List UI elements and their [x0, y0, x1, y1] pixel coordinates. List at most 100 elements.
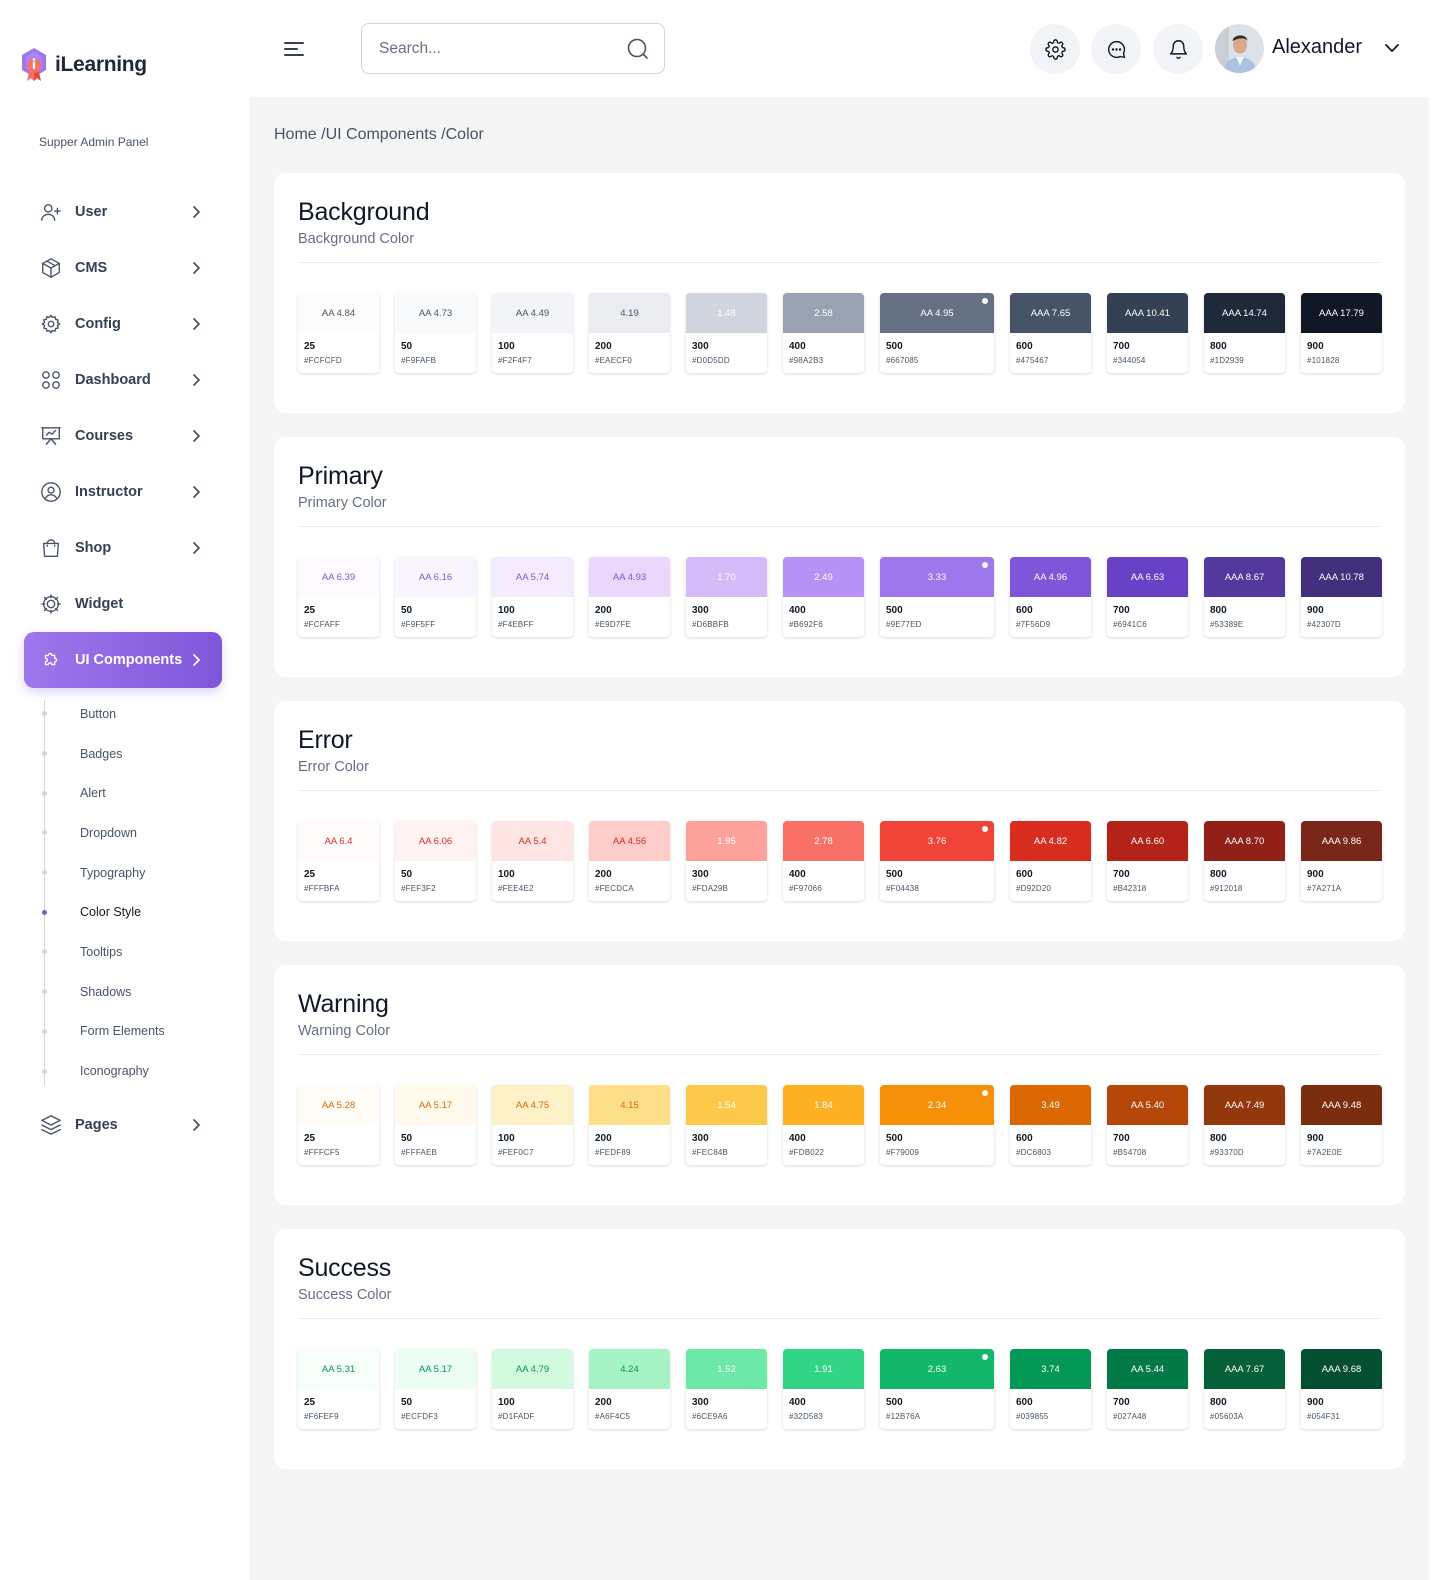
sidebar-item-cms[interactable]: CMS — [24, 240, 222, 296]
swatch-color: AAA 7.67 — [1204, 1349, 1285, 1389]
color-swatch[interactable]: 3.74 600 #039855 — [1010, 1349, 1091, 1429]
contrast-label: 1.91 — [814, 1363, 833, 1375]
color-swatch[interactable]: AA 5.17 50 #FFFAEB — [395, 1085, 476, 1165]
submenu-item-badges[interactable]: Badges — [24, 734, 222, 774]
color-swatch[interactable]: 4.15 200 #FEDF89 — [589, 1085, 670, 1165]
sidebar-item-pages[interactable]: Pages — [24, 1097, 222, 1153]
color-swatch[interactable]: AA 5.40 700 #B54708 — [1107, 1085, 1188, 1165]
color-swatch[interactable]: AA 4.49 100 #F2F4F7 — [492, 293, 573, 373]
color-swatch[interactable]: AAA 8.70 800 #912018 — [1204, 821, 1285, 901]
color-swatch[interactable]: AAA 9.68 900 #054F31 — [1301, 1349, 1382, 1429]
color-swatch[interactable]: AA 6.39 25 #FCFAFF — [298, 557, 379, 637]
color-swatch[interactable]: AAA 7.49 800 #93370D — [1204, 1085, 1285, 1165]
color-swatch[interactable]: 3.33 500 #9E77ED — [880, 557, 994, 637]
color-swatch[interactable]: 2.34 500 #F79009 — [880, 1085, 994, 1165]
color-swatch[interactable]: AA 4.79 100 #D1FADF — [492, 1349, 573, 1429]
submenu-item-shadows[interactable]: Shadows — [24, 972, 222, 1012]
sidebar-item-ui-components[interactable]: UI Components — [24, 632, 222, 688]
color-swatch[interactable]: 4.19 200 #EAECF0 — [589, 293, 670, 373]
color-swatch[interactable]: AA 4.82 600 #D92D20 — [1010, 821, 1091, 901]
contrast-label: 3.74 — [1041, 1363, 1060, 1375]
search-icon[interactable] — [626, 37, 650, 61]
color-swatch[interactable]: AAA 9.48 900 #7A2E0E — [1301, 1085, 1382, 1165]
color-swatch[interactable]: AAA 14.74 800 #1D2939 — [1204, 293, 1285, 373]
color-swatch[interactable]: AA 5.4 100 #FEE4E2 — [492, 821, 573, 901]
submenu-item-iconography[interactable]: Iconography — [24, 1051, 222, 1091]
color-swatch[interactable]: 3.76 500 #F04438 — [880, 821, 994, 901]
color-swatch[interactable]: AA 5.17 50 #ECFDF3 — [395, 1349, 476, 1429]
color-swatch[interactable]: AA 4.56 200 #FECDCA — [589, 821, 670, 901]
settings-button[interactable] — [1030, 24, 1080, 74]
sidebar-item-shop[interactable]: Shop — [24, 520, 222, 576]
submenu-item-button[interactable]: Button — [24, 694, 222, 734]
brand[interactable]: iLearning — [19, 46, 147, 84]
color-swatch[interactable]: 1.48 300 #D0D5DD — [686, 293, 767, 373]
color-swatch[interactable]: 1.84 400 #FDB022 — [783, 1085, 864, 1165]
sidebar-item-courses[interactable]: Courses — [24, 408, 222, 464]
color-swatch[interactable]: AA 4.95 500 #667085 — [880, 293, 994, 373]
color-swatch[interactable]: AA 6.06 50 #FEF3F2 — [395, 821, 476, 901]
swatch-color: 4.24 — [589, 1349, 670, 1389]
swatch-hex: #F79009 — [886, 1148, 919, 1157]
sidebar-item-dashboard[interactable]: Dashboard — [24, 352, 222, 408]
color-swatch[interactable]: AA 6.63 700 #6941C6 — [1107, 557, 1188, 637]
color-swatch[interactable]: 1.70 300 #D6BBFB — [686, 557, 767, 637]
notifications-button[interactable] — [1153, 24, 1203, 74]
color-swatch[interactable]: AAA 10.78 900 #42307D — [1301, 557, 1382, 637]
color-swatch[interactable]: AAA 8.67 800 #53389E — [1204, 557, 1285, 637]
color-swatch[interactable]: 1.91 400 #32D583 — [783, 1349, 864, 1429]
submenu-item-dropdown[interactable]: Dropdown — [24, 813, 222, 853]
contrast-label: AA 4.73 — [418, 307, 453, 319]
sidebar-item-widget[interactable]: Widget — [24, 576, 222, 632]
contrast-label: AA 5.17 — [418, 1099, 453, 1111]
sidebar-item-instructor[interactable]: Instructor — [24, 464, 222, 520]
submenu-item-alert[interactable]: Alert — [24, 773, 222, 813]
color-swatch[interactable]: AA 6.4 25 #FFFBFA — [298, 821, 379, 901]
avatar[interactable] — [1215, 24, 1264, 73]
color-swatch[interactable]: AA 4.84 25 #FCFCFD — [298, 293, 379, 373]
color-swatch[interactable]: AA 5.28 25 #FFFCF5 — [298, 1085, 379, 1165]
swatch-hex: #B692F6 — [789, 620, 823, 629]
user-name[interactable]: Alexander — [1272, 36, 1362, 59]
swatch-color: AA 4.82 — [1010, 821, 1091, 861]
search-input[interactable] — [362, 39, 612, 58]
color-swatch[interactable]: AAA 17.79 900 #101828 — [1301, 293, 1382, 373]
submenu-item-form-elements[interactable]: Form Elements — [24, 1012, 222, 1052]
color-swatch[interactable]: 4.24 200 #A6F4C5 — [589, 1349, 670, 1429]
sidebar-item-user[interactable]: User — [24, 184, 222, 240]
color-swatch[interactable]: 1.52 300 #6CE9A6 — [686, 1349, 767, 1429]
swatch-color: AAA 9.48 — [1301, 1085, 1382, 1125]
color-swatch[interactable]: AA 4.96 600 #7F56D9 — [1010, 557, 1091, 637]
color-swatch[interactable]: AAA 9.86 900 #7A271A — [1301, 821, 1382, 901]
color-swatch[interactable]: AA 6.16 50 #F9F5FF — [395, 557, 476, 637]
submenu-item-label: Color Style — [80, 905, 142, 920]
color-swatch[interactable]: AA 4.93 200 #E9D7FE — [589, 557, 670, 637]
sidebar-item-config[interactable]: Config — [24, 296, 222, 352]
swatch-color: AA 4.75 — [492, 1085, 573, 1125]
color-swatch[interactable]: AA 5.31 25 #F6FEF9 — [298, 1349, 379, 1429]
color-swatch[interactable]: 2.63 500 #12B76A — [880, 1349, 994, 1429]
color-swatch[interactable]: AAA 7.65 600 #475467 — [1010, 293, 1091, 373]
color-swatch[interactable]: 1.54 300 #FEC84B — [686, 1085, 767, 1165]
submenu-item-typography[interactable]: Typography — [24, 853, 222, 893]
chat-button[interactable] — [1091, 24, 1141, 74]
palette-card-primary: Primary Primary Color AA 6.39 25 #FCFAFF AA 6… — [274, 437, 1405, 677]
swatch-name: 500 — [886, 605, 903, 616]
color-swatch[interactable]: AA 5.74 100 #F4EBFF — [492, 557, 573, 637]
submenu-item-color-style[interactable]: Color Style — [24, 892, 222, 932]
color-swatch[interactable]: AA 4.75 100 #FEF0C7 — [492, 1085, 573, 1165]
color-swatch[interactable]: 2.58 400 #98A2B3 — [783, 293, 864, 373]
color-swatch[interactable]: AAA 10.41 700 #344054 — [1107, 293, 1188, 373]
color-swatch[interactable]: 1.95 300 #FDA29B — [686, 821, 767, 901]
swatch-row: AA 5.28 25 #FFFCF5 AA 5.17 50 #FFFAEB AA 4.75 1… — [298, 1085, 1382, 1165]
color-swatch[interactable]: AA 5.44 700 #027A48 — [1107, 1349, 1188, 1429]
chevron-down-icon[interactable] — [1382, 38, 1402, 58]
color-swatch[interactable]: AA 4.73 50 #F9FAFB — [395, 293, 476, 373]
color-swatch[interactable]: 2.49 400 #B692F6 — [783, 557, 864, 637]
color-swatch[interactable]: 2.78 400 #F97066 — [783, 821, 864, 901]
color-swatch[interactable]: 3.49 600 #DC6803 — [1010, 1085, 1091, 1165]
color-swatch[interactable]: AAA 7.67 800 #05603A — [1204, 1349, 1285, 1429]
color-swatch[interactable]: AA 6.60 700 #B42318 — [1107, 821, 1188, 901]
submenu-item-tooltips[interactable]: Tooltips — [24, 932, 222, 972]
menu-toggle-button[interactable] — [282, 38, 306, 60]
